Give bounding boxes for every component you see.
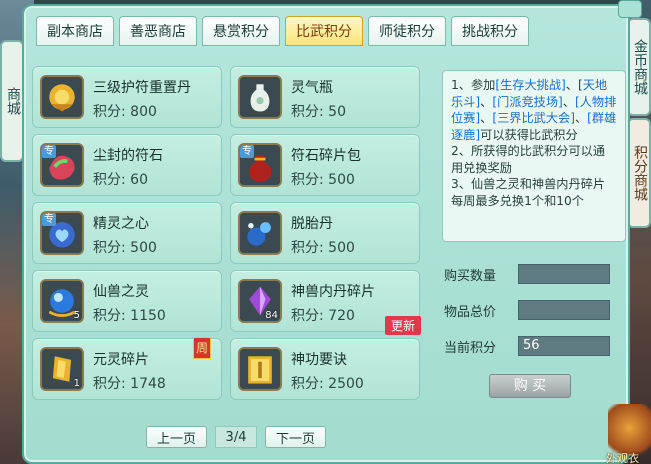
total-price-field: [518, 300, 610, 320]
total-price-label: 物品总价: [444, 304, 497, 320]
item-price: 积分: 500: [93, 240, 157, 256]
exclusive-tag: 专: [42, 213, 56, 226]
shop-item[interactable]: 三级护符重置丹 积分: 800: [32, 66, 222, 128]
item-name: 元灵碎片: [93, 352, 149, 368]
item-name: 仙兽之灵: [93, 284, 149, 300]
quantity-label: 购买数量: [444, 268, 497, 284]
item-price: 积分: 50: [291, 104, 346, 120]
new-badge: 更新: [384, 316, 421, 335]
shop-item[interactable]: 84 神兽内丹碎片 积分: 720 更新: [230, 270, 421, 335]
rules-info-box: 1、参加[生存大挑战]、[天地乐斗]、[门派竞技场]、[人物排位赛]、[三界比武…: [442, 70, 626, 242]
shop-tabs: 副本商店 善恶商店 悬赏积分 比武积分 师徒积分 挑战积分: [36, 16, 529, 46]
spirit-heart-icon: 专: [40, 211, 84, 255]
rule-line-2: 2、所获得的比武积分可以通用兑换奖励: [451, 144, 606, 175]
rule-line-3: 3、仙兽之灵和神兽内丹碎片每周最多兑换1个和10个: [451, 177, 606, 208]
shop-item[interactable]: 灵气瓶 积分: 50: [230, 66, 420, 128]
side-tab-gold-mall[interactable]: 金币商城: [627, 18, 651, 116]
tab-challenge-points[interactable]: 挑战积分: [451, 16, 529, 46]
total-row: 物品总价: [444, 300, 610, 320]
item-name: 脱胎丹: [291, 216, 333, 232]
event-label: 外观衣: [606, 452, 639, 464]
item-name: 三级护符重置丹: [93, 80, 191, 96]
weekly-badge: 周: [193, 337, 211, 359]
item-name: 神功要诀: [291, 352, 347, 368]
link-sect-arena[interactable]: [门派竞技场]: [492, 95, 562, 109]
tab-mentor-points[interactable]: 师徒积分: [368, 16, 446, 46]
buy-button[interactable]: 购 买: [489, 374, 571, 398]
link-survival-challenge[interactable]: [生存大挑战]: [495, 78, 565, 92]
tab-bounty-points[interactable]: 悬赏积分: [202, 16, 280, 46]
item-price: 积分: 1150: [93, 308, 166, 324]
item-price: 积分: 500: [291, 172, 355, 188]
item-count: 5: [73, 310, 80, 321]
tab-karma-shop[interactable]: 善恶商店: [119, 16, 197, 46]
item-name: 神兽内丹碎片: [291, 284, 375, 300]
shop-item[interactable]: 专 符石碎片包 积分: 500: [230, 134, 420, 196]
page-indicator: 3/4: [215, 426, 258, 448]
points-row: 当前积分 56: [444, 336, 610, 356]
link-three-realms[interactable]: [三界比武大会]: [492, 111, 575, 125]
rune-stone-icon: 专: [40, 143, 84, 187]
item-name: 精灵之心: [93, 216, 149, 232]
current-points-field: 56: [518, 336, 610, 356]
side-tab-mall[interactable]: 商城: [0, 40, 24, 162]
exclusive-tag: 专: [42, 145, 56, 158]
close-button[interactable]: [618, 0, 642, 18]
purple-crystal-icon: 84: [238, 279, 282, 323]
item-price: 积分: 60: [93, 172, 148, 188]
tab-dungeon-shop[interactable]: 副本商店: [36, 16, 114, 46]
quantity-row: 购买数量: [444, 264, 610, 284]
item-name: 符石碎片包: [291, 148, 361, 164]
shop-item[interactable]: 1 元灵碎片 积分: 1748 周: [32, 337, 222, 400]
rule-line-1: 1、参加[生存大挑战]、[天地乐斗]、[门派竞技场]、[人物排位赛]、[三界比武…: [451, 78, 617, 142]
gold-shard-icon: 1: [40, 347, 84, 391]
item-count: 1: [73, 378, 80, 389]
shop-item[interactable]: 专 精灵之心 积分: 500: [32, 202, 222, 264]
shop-item[interactable]: 脱胎丹 积分: 500: [230, 202, 420, 264]
quantity-input[interactable]: [518, 264, 610, 284]
blue-orb-icon: 5: [40, 279, 84, 323]
exclusive-tag: 专: [240, 145, 254, 158]
item-name: 尘封的符石: [93, 148, 163, 164]
blue-pill-icon: [238, 211, 282, 255]
shop-item[interactable]: 神功要诀 积分: 2500: [230, 338, 420, 400]
item-count: 84: [265, 310, 278, 321]
prev-page-button[interactable]: 上一页: [146, 426, 208, 448]
item-price: 积分: 500: [291, 240, 355, 256]
red-pouch-icon: 专: [238, 143, 282, 187]
shop-item[interactable]: 5 仙兽之灵 积分: 1150: [32, 270, 222, 332]
item-price: 积分: 1748: [93, 376, 166, 392]
item-price: 积分: 720: [291, 308, 355, 324]
item-name: 灵气瓶: [291, 80, 333, 96]
item-price: 积分: 800: [93, 104, 157, 120]
shop-item[interactable]: 专 尘封的符石 积分: 60: [32, 134, 222, 196]
tab-duel-points[interactable]: 比武积分: [285, 16, 363, 46]
side-tab-points-mall[interactable]: 积分商城: [627, 118, 651, 228]
item-price: 积分: 2500: [291, 376, 364, 392]
item-grid: 三级护符重置丹 积分: 800 灵气瓶 积分: 50 专 尘封的符石 积分: 6…: [32, 66, 422, 400]
white-vase-icon: [238, 75, 282, 119]
pagination: 上一页 3/4 下一页: [146, 426, 327, 448]
golden-talisman-icon: [40, 75, 84, 119]
current-points-label: 当前积分: [444, 340, 497, 356]
gold-book-icon: [238, 347, 282, 391]
next-page-button[interactable]: 下一页: [265, 426, 327, 448]
